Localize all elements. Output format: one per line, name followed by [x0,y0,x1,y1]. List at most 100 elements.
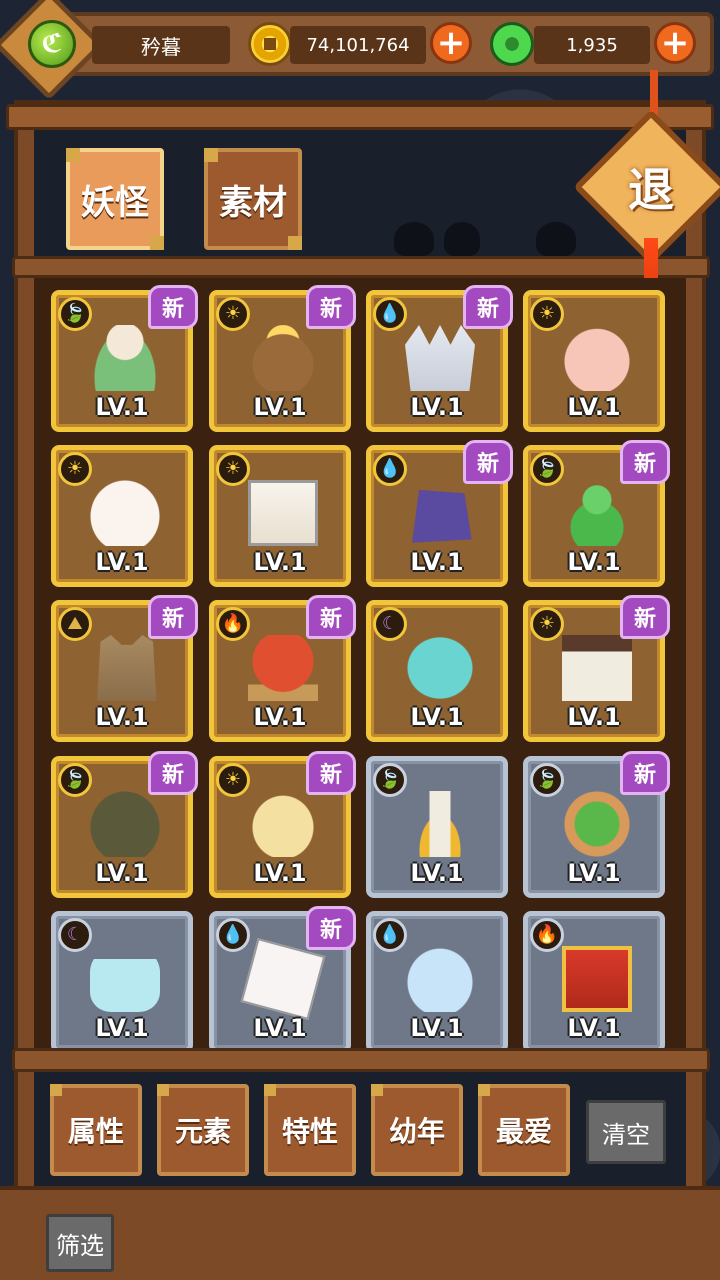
shelf-beam [12,256,710,278]
teal-egg-portrait [405,635,475,701]
level-label: LV.1 [95,859,149,887]
filter-attribute-button[interactable]: 属性 [50,1084,142,1176]
yokai-card[interactable]: ☀ 新 LV.1 [523,595,670,742]
level-label: LV.1 [410,1014,464,1042]
yokai-card[interactable]: 💧 LV.1 [366,911,508,1053]
level-label: LV.1 [253,393,307,421]
yokai-card[interactable]: 🍃 LV.1 [366,756,508,898]
shadow-critter [394,222,434,256]
yokai-card[interactable]: 🔥 新 LV.1 [209,595,356,742]
new-badge: 新 [148,595,198,639]
level-label: LV.1 [410,548,464,576]
level-label: LV.1 [410,393,464,421]
clear-button[interactable]: 清空 [586,1100,666,1164]
bottle-portrait [90,946,160,1012]
turtle-portrait [90,791,160,857]
green-gourd-portrait [562,480,632,546]
leaf-element-icon: 🍃 [530,763,564,797]
leaf-element-icon: 🍃 [58,763,92,797]
new-badge: 新 [463,285,513,329]
yokai-card[interactable]: 🍃 新 LV.1 [51,285,198,432]
earth-element-icon: ⛰ [58,607,92,641]
yokai-card[interactable]: 🍃 新 LV.1 [51,751,198,898]
new-badge: 新 [620,440,670,484]
add-gold-button[interactable]: + [430,22,472,64]
level-label: LV.1 [567,393,621,421]
water-element-icon: 💧 [373,918,407,952]
yokai-card[interactable]: ⛰ 新 LV.1 [51,595,198,742]
gold-amount: 74,101,764 [290,26,426,64]
filter-button[interactable]: 筛选 [46,1214,114,1272]
fire-element-icon: 🔥 [216,607,250,641]
level-label: LV.1 [95,548,149,576]
water-element-icon: 💧 [373,452,407,486]
level-label: LV.1 [253,548,307,576]
level-label: LV.1 [567,703,621,731]
yokai-card[interactable]: ☀ 新 LV.1 [209,751,356,898]
new-badge: 新 [463,440,513,484]
tab-materials[interactable]: 素材 [204,148,302,250]
purple-bag-portrait [412,489,472,543]
yokai-card[interactable]: ☀ LV.1 [523,290,665,432]
yokai-card[interactable]: 💧 新 LV.1 [209,906,356,1053]
jade-icon [490,22,534,66]
shadow-critter [536,222,576,256]
new-badge: 新 [306,285,356,329]
level-label: LV.1 [253,1014,307,1042]
yokai-card[interactable]: 🍃 新 LV.1 [523,751,670,898]
coconut-portrait [248,325,318,391]
filter-young-button[interactable]: 幼年 [371,1084,463,1176]
pink-blob-portrait [562,325,632,391]
new-badge: 新 [620,751,670,795]
jade-amount: 1,935 [534,26,650,64]
filter-element-button[interactable]: 元素 [157,1084,249,1176]
player-name: 矜暮 [92,26,230,64]
yokai-card[interactable]: 🍃 新 LV.1 [523,440,670,587]
chick-portrait [248,791,318,857]
yokai-card[interactable]: 💧 新 LV.1 [366,285,513,432]
new-badge: 新 [148,751,198,795]
mahjong-tile-portrait [248,480,318,546]
sun-element-icon: ☀ [216,297,250,331]
yokai-card[interactable]: ☀ 新 LV.1 [209,285,356,432]
player-avatar-icon[interactable]: ℭ [28,20,76,68]
coffee-cup-portrait [562,635,632,701]
white-bun-portrait [90,480,160,546]
water-element-icon: 💧 [373,297,407,331]
moon-element-icon: ☾ [58,918,92,952]
yokai-card[interactable]: ☾ LV.1 [366,600,508,742]
level-label: LV.1 [567,859,621,887]
level-label: LV.1 [567,548,621,576]
tab-yokai[interactable]: 妖怪 [66,148,164,250]
card-portrait [240,938,326,1020]
panel-top-beam [6,104,714,130]
yokai-card[interactable]: ☾ LV.1 [51,911,193,1053]
torch-portrait [405,791,475,857]
red-ball-portrait [248,635,318,701]
new-badge: 新 [620,595,670,639]
yokai-card[interactable]: 💧 新 LV.1 [366,440,513,587]
new-badge: 新 [306,751,356,795]
sun-element-icon: ☀ [530,607,564,641]
sprout-doll-portrait [90,325,160,391]
level-label: LV.1 [410,703,464,731]
exit-label[interactable]: 退 [596,132,706,242]
sun-element-icon: ☀ [58,452,92,486]
yokai-card[interactable]: 🔥 LV.1 [523,911,665,1053]
dragon-tile-portrait [562,791,632,857]
level-label: LV.1 [253,859,307,887]
level-label: LV.1 [253,703,307,731]
filter-favorite-button[interactable]: 最爱 [478,1084,570,1176]
yokai-card[interactable]: ☀ LV.1 [51,445,193,587]
filter-trait-button[interactable]: 特性 [264,1084,356,1176]
sun-element-icon: ☀ [216,763,250,797]
sun-element-icon: ☀ [530,297,564,331]
gold-coin-icon [248,22,292,66]
new-badge: 新 [148,285,198,329]
add-jade-button[interactable]: + [654,22,696,64]
paper-bag-cat-portrait [97,635,157,701]
water-element-icon: 💧 [216,918,250,952]
fire-element-icon: 🔥 [530,918,564,952]
yokai-card[interactable]: ☀ LV.1 [209,445,351,587]
level-label: LV.1 [95,1014,149,1042]
